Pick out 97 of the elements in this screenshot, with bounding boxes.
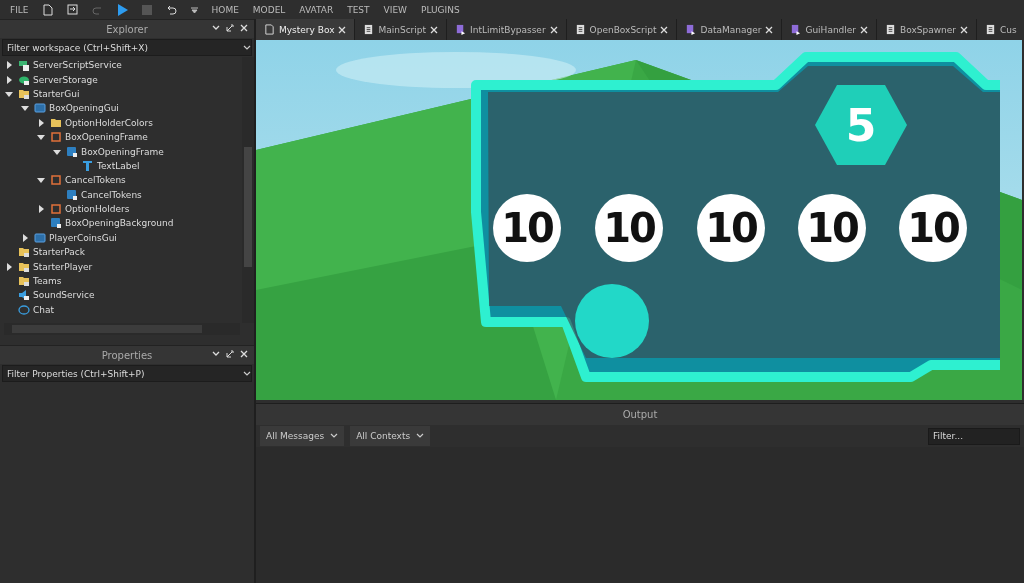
expand-arrow-icon[interactable] <box>4 74 14 85</box>
tree-item[interactable]: CancelTokens <box>81 189 142 200</box>
expand-arrow-icon[interactable] <box>36 204 46 215</box>
module-script-icon <box>455 24 467 35</box>
context-filter-dropdown[interactable]: All Contexts <box>350 426 431 446</box>
tree-item[interactable]: Teams <box>33 276 62 287</box>
folder-icon <box>50 116 62 129</box>
ribbon-tab[interactable]: AVATAR <box>299 4 334 15</box>
frame-icon <box>50 203 62 216</box>
filter-field[interactable]: Filter... <box>928 427 1020 445</box>
redo-icon[interactable] <box>91 4 103 15</box>
script-icon <box>363 24 375 35</box>
close-icon[interactable] <box>860 25 869 34</box>
ribbon-tab[interactable]: TEST <box>347 4 370 15</box>
window-icon <box>34 102 46 115</box>
close-icon[interactable] <box>765 25 774 34</box>
tree-item[interactable]: StarterPlayer <box>33 261 93 272</box>
import-icon[interactable] <box>66 4 78 15</box>
module-script-icon <box>685 24 697 35</box>
close-icon[interactable] <box>240 350 248 358</box>
editor-tab[interactable]: GuiHandler <box>782 19 878 40</box>
tree-item[interactable]: SoundService <box>33 290 95 301</box>
dropdown-icon[interactable] <box>212 24 220 32</box>
filter-field[interactable]: Filter Properties (Ctrl+Shift+P) <box>2 365 252 382</box>
panel-title: Output <box>622 409 658 420</box>
frame-icon <box>50 174 62 187</box>
expand-arrow-icon[interactable] <box>4 261 14 272</box>
tree-item[interactable]: BoxOpeningFrame <box>65 132 148 143</box>
editor-tab[interactable]: OpenBoxScript <box>566 19 678 40</box>
close-icon[interactable] <box>960 25 969 34</box>
panel-title: Explorer <box>106 23 148 35</box>
editor-tab[interactable]: Cus <box>977 19 1024 40</box>
play-icon[interactable] <box>116 3 128 16</box>
folder-icon <box>18 87 30 100</box>
image-icon <box>66 188 78 201</box>
frame-icon <box>50 131 62 144</box>
close-icon[interactable] <box>549 25 558 34</box>
tree-item[interactable]: StarterGui <box>33 88 80 99</box>
tree-item[interactable]: BoxOpeningBackground <box>65 218 174 229</box>
undo-icon[interactable] <box>165 4 177 15</box>
folder-icon <box>18 275 30 288</box>
folder-icon <box>18 260 30 273</box>
window-icon <box>34 231 46 244</box>
count-label: 5 <box>844 98 878 153</box>
expand-arrow-icon[interactable] <box>36 117 46 128</box>
tree-item[interactable]: OptionHolders <box>65 204 130 215</box>
script-service-icon <box>18 59 30 72</box>
scrollbar[interactable] <box>242 57 254 323</box>
overflow-icon[interactable] <box>190 5 198 14</box>
ribbon-tab[interactable]: PLUGINS <box>421 4 460 15</box>
ribbon-tab[interactable]: VIEW <box>383 4 407 15</box>
script-icon <box>885 24 897 35</box>
tree-item[interactable]: BoxOpeningGui <box>49 103 119 114</box>
file-menu[interactable]: FILE <box>10 4 29 15</box>
script-icon <box>985 24 997 35</box>
caret-icon <box>243 370 251 377</box>
panel-title: Properties <box>101 349 153 361</box>
close-icon[interactable] <box>240 24 248 32</box>
module-script-icon <box>790 24 802 35</box>
tree-item[interactable]: BoxOpeningFrame <box>81 146 164 157</box>
tree-item[interactable]: OptionHolderColors <box>65 117 153 128</box>
caret-icon <box>416 433 425 439</box>
editor-tab[interactable]: BoxSpawner <box>877 19 978 40</box>
editor-tab[interactable]: IntLimitBypasser <box>447 19 567 40</box>
message-filter-dropdown[interactable]: All Messages <box>260 426 345 446</box>
caret-icon <box>330 433 339 439</box>
expand-arrow-icon[interactable] <box>20 232 30 243</box>
tree-item[interactable]: ServerStorage <box>33 74 98 85</box>
folder-icon <box>18 246 30 259</box>
ribbon-tab[interactable]: HOME <box>211 4 239 15</box>
editor-tab[interactable]: Mystery Box <box>256 19 356 40</box>
filter-field[interactable]: Filter workspace (Ctrl+Shift+X) <box>2 39 252 56</box>
tree-item[interactable]: Chat <box>33 304 55 315</box>
tree-item[interactable]: PlayerCoinsGui <box>49 232 117 243</box>
undock-icon[interactable] <box>226 24 234 32</box>
tree-item[interactable]: StarterPack <box>33 247 85 258</box>
ribbon-tab[interactable]: MODEL <box>252 4 286 15</box>
undock-icon[interactable] <box>226 350 234 358</box>
image-icon <box>50 217 62 230</box>
tree-item[interactable]: ServerScriptService <box>33 60 122 71</box>
close-icon[interactable] <box>660 25 669 34</box>
close-icon[interactable] <box>338 25 347 34</box>
caret-icon <box>243 44 251 51</box>
tree-item[interactable]: CancelTokens <box>65 175 126 186</box>
image-icon <box>66 145 78 158</box>
dropdown-icon[interactable] <box>212 350 220 358</box>
speaker-icon <box>18 289 30 302</box>
document-icon <box>264 24 275 35</box>
chat-icon <box>18 303 30 316</box>
editor-tab[interactable]: DataManager <box>677 19 783 40</box>
script-icon <box>574 24 586 35</box>
close-icon[interactable] <box>430 25 439 34</box>
new-file-icon[interactable] <box>42 3 53 16</box>
text-icon <box>82 159 94 172</box>
expand-arrow-icon[interactable] <box>4 60 14 71</box>
editor-tab[interactable]: MainScript <box>355 19 448 40</box>
tree-item[interactable]: TextLabel <box>97 160 140 171</box>
